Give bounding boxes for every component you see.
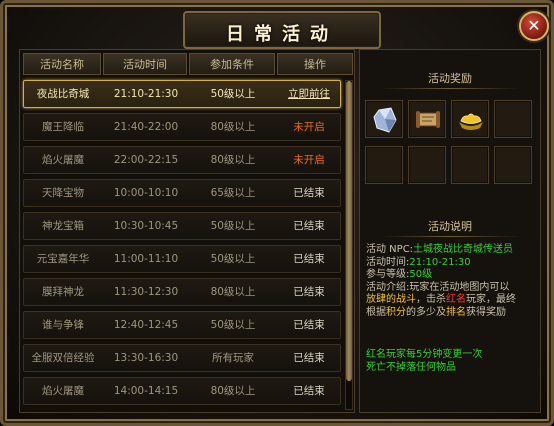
table-row[interactable]: 神龙宝箱 10:30-10:45 50级以上 已结束	[23, 212, 341, 240]
level-label: 参与等级:	[366, 269, 410, 281]
intro-text: 玩家在活动地图内可以	[409, 281, 510, 293]
intro-highlight-redname: 红名	[446, 294, 466, 306]
notice-line-2: 死亡不掉落任何物品	[366, 362, 456, 373]
activity-status: 未开启	[293, 121, 325, 133]
activity-condition: 80级以上	[210, 154, 256, 166]
go-now-link[interactable]: 立即前往	[276, 81, 342, 107]
reward-slot-3[interactable]	[451, 100, 489, 138]
activity-name: 天降宝物	[42, 187, 84, 199]
activity-condition: 所有玩家	[212, 352, 254, 364]
activity-time: 21:10-21:30	[113, 88, 179, 100]
divider	[380, 236, 520, 237]
reward-slot-7[interactable]	[451, 146, 489, 184]
activity-name: 谁与争锋	[42, 319, 84, 331]
scroll-thumb[interactable]	[346, 81, 352, 381]
activity-condition: 80级以上	[210, 385, 256, 397]
info-title: 活动说明	[428, 220, 472, 233]
gold-ingot-icon	[459, 113, 483, 130]
activity-description: 活动 NPC:土城夜战比奇城传送员 活动时间:21:10-21:30 参与等级:…	[366, 244, 538, 320]
activity-status: 已结束	[293, 187, 325, 199]
table-row[interactable]: 膜拜神龙 11:30-12:30 80级以上 已结束	[23, 278, 341, 306]
activity-name: 全服双倍经验	[31, 352, 95, 364]
table-row[interactable]: 元宝嘉年华 11:00-11:10 50级以上 已结束	[23, 245, 341, 273]
activity-status: 已结束	[293, 286, 325, 298]
header-time: 活动时间	[103, 53, 187, 75]
intro-highlight-rank: 排名	[446, 306, 466, 318]
activity-name: 神龙宝箱	[42, 220, 84, 232]
intro-text: ，击杀	[416, 294, 446, 306]
header-name: 活动名称	[23, 53, 101, 75]
crystal-icon	[373, 107, 397, 133]
activity-condition: 50级以上	[210, 88, 256, 100]
activity-condition: 80级以上	[210, 121, 256, 133]
intro-text: 获得奖励	[466, 306, 506, 318]
title-bar: 日常活动	[183, 11, 381, 49]
activity-name: 焰火屠魔	[42, 385, 84, 397]
reward-slot-5[interactable]	[365, 146, 403, 184]
reward-slot-8[interactable]	[494, 146, 532, 184]
intro-text: 根据	[366, 306, 386, 318]
rewards-title: 活动奖励	[428, 72, 472, 85]
activity-time: 10:00-10:10	[113, 187, 179, 199]
intro-highlight-fight: 放肆的战斗	[366, 294, 416, 306]
activity-status: 已结束	[293, 385, 325, 397]
activity-time: 11:30-12:30	[113, 286, 179, 298]
activity-name: 魔王降临	[42, 121, 84, 133]
detail-panel: 活动奖励 活动说明 活动 NPC:土城夜战比奇城传送员 活动时间:21:10-2…	[359, 49, 541, 413]
activity-condition: 80级以上	[210, 286, 256, 298]
table-row[interactable]: 夜战比奇城 21:10-21:30 50级以上 立即前往	[23, 80, 341, 108]
reward-slot-2[interactable]	[408, 100, 446, 138]
table-row[interactable]: 焰火屠魔 22:00-22:15 80级以上 未开启	[23, 146, 341, 174]
table-row[interactable]: 天降宝物 10:00-10:10 65级以上 已结束	[23, 179, 341, 207]
activity-time: 22:00-22:15	[113, 154, 179, 166]
table-row[interactable]: 谁与争锋 12:40-12:45 50级以上 已结束	[23, 311, 341, 339]
activity-time: 10:30-10:45	[113, 220, 179, 232]
activity-name: 膜拜神龙	[42, 286, 84, 298]
level-value: 50级	[409, 269, 433, 281]
activity-time: 12:40-12:45	[113, 319, 179, 331]
npc-label: 活动 NPC:	[366, 244, 414, 255]
time-label: 活动时间:	[366, 256, 410, 268]
activity-condition: 50级以上	[210, 253, 256, 265]
reward-slot-1[interactable]	[365, 100, 403, 138]
activity-list-panel: 活动名称 活动时间 参加条件 操作 夜战比奇城 21:10-21:30 50级以上 立…	[19, 49, 355, 413]
intro-label: 活动介绍:	[366, 281, 410, 293]
activity-name: 元宝嘉年华	[36, 253, 90, 265]
npc-value: 土城夜战比奇城传送员	[413, 244, 514, 255]
reward-slot-4[interactable]	[494, 100, 532, 138]
window-title: 日常活动	[226, 24, 338, 45]
activity-time: 11:00-11:10	[113, 253, 179, 265]
activity-name: 焰火屠魔	[42, 154, 84, 166]
notice-text: 红名玩家每5分钟变更一次 死亡不掉落任何物品	[366, 348, 538, 374]
intro-highlight-points: 积分	[386, 306, 406, 318]
scroll-icon	[416, 111, 440, 128]
activity-condition: 65级以上	[210, 187, 256, 199]
table-row[interactable]: 魔王降临 21:40-22:00 80级以上 未开启	[23, 113, 341, 141]
activity-status: 已结束	[293, 352, 325, 364]
activity-time: 14:00-14:15	[113, 385, 179, 397]
activity-condition: 50级以上	[210, 319, 256, 331]
activity-status: 已结束	[293, 253, 325, 265]
activity-time: 13:30-16:30	[113, 352, 179, 364]
table-row[interactable]: 焰火屠魔 14:00-14:15 80级以上 已结束	[23, 377, 341, 405]
intro-text: 玩家，最终	[466, 294, 516, 306]
close-button[interactable]: ✕	[519, 11, 549, 41]
divider	[380, 88, 520, 89]
activity-status: 已结束	[293, 319, 325, 331]
reward-slot-6[interactable]	[408, 146, 446, 184]
time-value: 21:10-21:30	[409, 256, 471, 268]
scrollbar[interactable]	[345, 80, 353, 410]
intro-text: 的多少及	[406, 306, 446, 318]
table-header: 活动名称 活动时间 参加条件 操作	[23, 53, 353, 75]
activity-time: 21:40-22:00	[113, 121, 179, 133]
daily-activity-window: 日常活动 ✕ 活动名称 活动时间 参加条件 操作 夜战比奇城 21:10-21:3…	[0, 0, 554, 426]
activity-name: 夜战比奇城	[36, 88, 90, 100]
activity-condition: 50级以上	[210, 220, 256, 232]
notice-line-1: 红名玩家每5分钟变更一次	[366, 349, 483, 360]
activity-status: 已结束	[293, 220, 325, 232]
header-condition: 参加条件	[189, 53, 275, 75]
table-row[interactable]: 全服双倍经验 13:30-16:30 所有玩家 已结束	[23, 344, 341, 372]
activity-status: 未开启	[293, 154, 325, 166]
header-action: 操作	[277, 53, 353, 75]
